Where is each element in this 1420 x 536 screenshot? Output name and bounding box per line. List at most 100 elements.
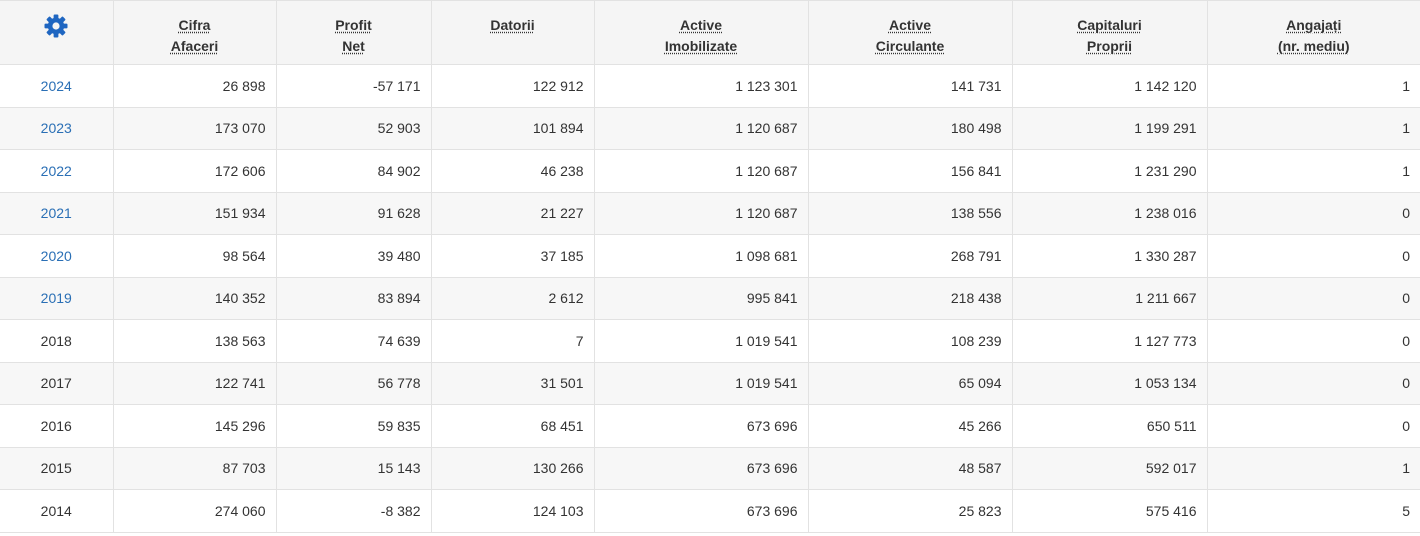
year-link[interactable]: 2020: [41, 248, 72, 264]
active-circulante-cell: 65 094: [808, 362, 1013, 405]
financial-data-table: Cifra Afaceri Profit Net Datorii Active Imo…: [0, 0, 1420, 533]
angajati-cell: 5: [1207, 489, 1420, 533]
profit-net-cell: 91 628: [276, 192, 432, 235]
datorii-cell: 122 912: [431, 64, 595, 108]
capitaluri-proprii-cell: 1 238 016: [1012, 192, 1208, 235]
active-circulante-cell: 48 587: [808, 447, 1013, 490]
table-row: 2017 122 741 56 778 31 501 1 019 541 65 094 1 …: [0, 362, 1420, 405]
year-cell: 2021: [0, 192, 114, 235]
header-row: Cifra Afaceri Profit Net Datorii Active Imo…: [0, 0, 1420, 65]
column-header-line2: Net: [342, 38, 365, 54]
cifra-afaceri-cell: 274 060: [113, 489, 277, 533]
angajati-cell: 0: [1207, 234, 1420, 278]
table-row: 2023 173 070 52 903 101 894 1 120 687 180 498…: [0, 107, 1420, 150]
column-header-angajati[interactable]: Angajați (nr. mediu): [1207, 0, 1420, 65]
datorii-cell: 46 238: [431, 149, 595, 193]
profit-net-cell: -8 382: [276, 489, 432, 533]
datorii-cell: 21 227: [431, 192, 595, 235]
datorii-cell: 68 451: [431, 404, 595, 448]
table-row: 2021 151 934 91 628 21 227 1 120 687 138 556 1…: [0, 192, 1420, 235]
column-header-line1: Capitaluri: [1077, 17, 1142, 33]
column-header-line1: Cifra: [178, 17, 211, 33]
year-link[interactable]: 2019: [41, 290, 72, 306]
profit-net-cell: 83 894: [276, 277, 432, 320]
profit-net-cell: 59 835: [276, 404, 432, 448]
datorii-cell: 37 185: [431, 234, 595, 278]
active-imobilizate-cell: 1 120 687: [594, 149, 809, 193]
capitaluri-proprii-cell: 1 211 667: [1012, 277, 1208, 320]
year-link[interactable]: 2023: [41, 120, 72, 136]
angajati-cell: 0: [1207, 404, 1420, 448]
table-header: Cifra Afaceri Profit Net Datorii Active Imo…: [0, 0, 1420, 65]
column-header-line1: Profit: [335, 17, 372, 33]
cifra-afaceri-cell: 138 563: [113, 319, 277, 363]
year-label: 2014: [40, 502, 72, 519]
active-circulante-cell: 108 239: [808, 319, 1013, 363]
year-link[interactable]: 2021: [41, 205, 72, 221]
year-cell: 2016: [0, 404, 114, 448]
angajati-cell: 0: [1207, 319, 1420, 363]
capitaluri-proprii-cell: 1 199 291: [1012, 107, 1208, 150]
active-imobilizate-cell: 673 696: [594, 404, 809, 448]
year-label: 2018: [40, 332, 72, 349]
profit-net-cell: -57 171: [276, 64, 432, 108]
year-label: 2016: [40, 417, 72, 434]
angajati-cell: 1: [1207, 447, 1420, 490]
column-header-cifra-afaceri[interactable]: Cifra Afaceri: [113, 0, 277, 65]
year-label: 2017: [40, 375, 72, 392]
active-imobilizate-cell: 995 841: [594, 277, 809, 320]
active-circulante-cell: 180 498: [808, 107, 1013, 150]
table-row: 2022 172 606 84 902 46 238 1 120 687 156 841 1…: [0, 149, 1420, 193]
column-header-profit-net[interactable]: Profit Net: [276, 0, 432, 65]
cifra-afaceri-cell: 172 606: [113, 149, 277, 193]
year-cell: 2020: [0, 234, 114, 278]
year-cell: 2017: [0, 362, 114, 405]
capitaluri-proprii-cell: 1 142 120: [1012, 64, 1208, 108]
column-header-active-imobilizate[interactable]: Active Imobilizate: [594, 0, 809, 65]
table-row: 2019 140 352 83 894 2 612 995 841 218 438 1 21…: [0, 277, 1420, 320]
table-row: 2016 145 296 59 835 68 451 673 696 45 266 650 …: [0, 404, 1420, 448]
active-circulante-cell: 268 791: [808, 234, 1013, 278]
column-header-line2: Circulante: [875, 38, 945, 54]
column-header-capitaluri-proprii[interactable]: Capitaluri Proprii: [1012, 0, 1208, 65]
datorii-cell: 101 894: [431, 107, 595, 150]
capitaluri-proprii-cell: 575 416: [1012, 489, 1208, 533]
column-header-line2: Proprii: [1086, 38, 1133, 54]
year-cell: 2015: [0, 447, 114, 490]
datorii-cell: 31 501: [431, 362, 595, 405]
table-row: 2018 138 563 74 639 7 1 019 541 108 239 1 127 …: [0, 319, 1420, 363]
cifra-afaceri-cell: 140 352: [113, 277, 277, 320]
year-link[interactable]: 2022: [41, 163, 72, 179]
angajati-cell: 1: [1207, 107, 1420, 150]
table-row: 2015 87 703 15 143 130 266 673 696 48 587 592 …: [0, 447, 1420, 490]
profit-net-cell: 74 639: [276, 319, 432, 363]
cifra-afaceri-cell: 151 934: [113, 192, 277, 235]
profit-net-cell: 56 778: [276, 362, 432, 405]
cifra-afaceri-cell: 98 564: [113, 234, 277, 278]
active-imobilizate-cell: 1 019 541: [594, 362, 809, 405]
active-circulante-cell: 141 731: [808, 64, 1013, 108]
capitaluri-proprii-cell: 1 127 773: [1012, 319, 1208, 363]
gear-icon[interactable]: [43, 13, 69, 39]
capitaluri-proprii-cell: 650 511: [1012, 404, 1208, 448]
capitaluri-proprii-cell: 1 053 134: [1012, 362, 1208, 405]
year-link[interactable]: 2024: [41, 78, 72, 94]
capitaluri-proprii-cell: 1 231 290: [1012, 149, 1208, 193]
angajati-cell: 0: [1207, 277, 1420, 320]
column-header-datorii[interactable]: Datorii: [431, 0, 595, 65]
column-header-line1: Active: [679, 17, 722, 33]
profit-net-cell: 52 903: [276, 107, 432, 150]
active-imobilizate-cell: 1 098 681: [594, 234, 809, 278]
angajati-cell: 1: [1207, 149, 1420, 193]
year-cell: 2023: [0, 107, 114, 150]
profit-net-cell: 84 902: [276, 149, 432, 193]
active-circulante-cell: 45 266: [808, 404, 1013, 448]
active-circulante-cell: 218 438: [808, 277, 1013, 320]
datorii-cell: 2 612: [431, 277, 595, 320]
active-circulante-cell: 138 556: [808, 192, 1013, 235]
column-header-active-circulante[interactable]: Active Circulante: [808, 0, 1013, 65]
year-cell: 2022: [0, 149, 114, 193]
angajati-cell: 1: [1207, 64, 1420, 108]
column-header-line2: Imobilizate: [664, 38, 738, 54]
datorii-cell: 130 266: [431, 447, 595, 490]
